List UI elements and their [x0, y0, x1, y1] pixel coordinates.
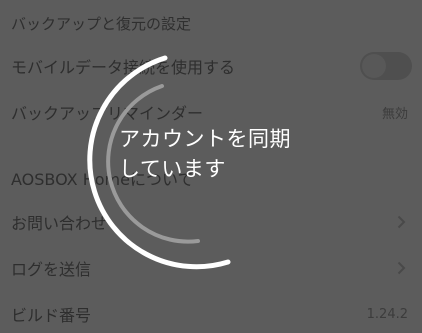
- loading-overlay: アカウントを同期しています: [0, 0, 422, 333]
- loading-message: アカウントを同期しています: [119, 127, 291, 181]
